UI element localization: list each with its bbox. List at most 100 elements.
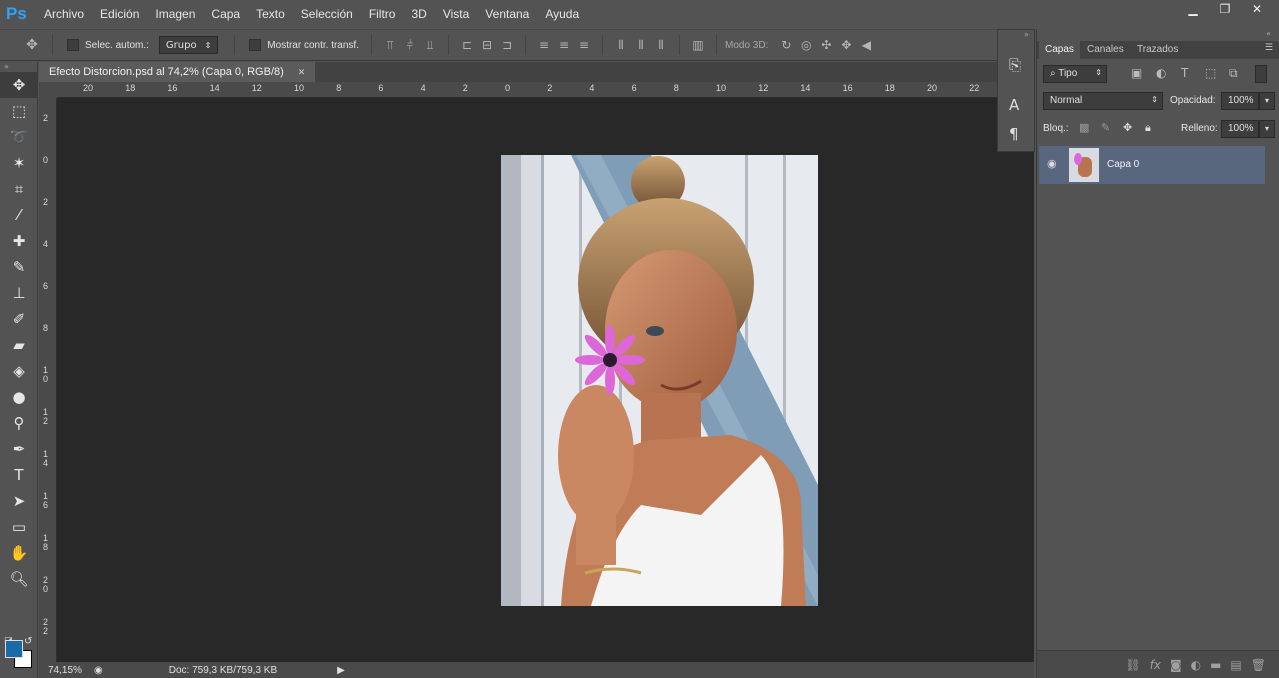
distribute-bottom-icon[interactable]: ≡ [574,37,594,53]
menu-capa[interactable]: Capa [203,7,248,21]
menu-edicion[interactable]: Edición [92,7,147,21]
eyedropper-tool-icon[interactable]: ⁄ [0,202,38,228]
history-panel-icon[interactable]: ⎘ [1009,56,1021,74]
history-brush-tool-icon[interactable]: ✐ [0,306,38,332]
layer-style-icon[interactable]: fx [1150,658,1161,672]
dodge-tool-icon[interactable]: ⚲ [0,410,38,436]
filter-toggle[interactable] [1255,65,1267,83]
hand-tool-icon[interactable]: ✋ [0,540,38,566]
document-image[interactable] [501,155,818,606]
crop-tool-icon[interactable]: ⌗ [0,176,38,202]
menu-imagen[interactable]: Imagen [147,7,203,21]
roll-3d-icon[interactable]: ◎ [796,37,816,53]
type-tool-icon[interactable]: T [0,462,38,488]
path-selection-tool-icon[interactable]: ➤ [0,488,38,514]
restore-button[interactable]: ❐ [1211,0,1239,18]
auto-select-checkbox[interactable] [67,39,79,51]
drag-3d-icon[interactable]: ✣ [816,37,836,53]
close-button[interactable]: ✕ [1243,0,1271,18]
pen-tool-icon[interactable]: ✒ [0,436,38,462]
blur-tool-icon[interactable]: ● [0,384,38,410]
align-left-icon[interactable]: ⊏ [457,37,477,53]
filter-adjustment-icon[interactable]: ◐ [1156,66,1166,80]
status-info-icon[interactable]: ◉ [94,665,103,676]
menu-3d[interactable]: 3D [403,7,434,21]
status-menu-arrow-icon[interactable]: ▶ [337,665,345,676]
layer-row[interactable]: ◉ Capa 0 [1039,146,1265,184]
menu-texto[interactable]: Texto [248,7,293,21]
auto-select-dropdown[interactable]: Grupo ⇕ [158,36,219,54]
lock-position-icon[interactable]: ✥ [1123,121,1132,134]
adjustment-layer-icon[interactable]: ◐ [1191,658,1201,672]
scale-3d-icon[interactable]: ◀ [856,37,876,53]
zoom-tool-icon[interactable]: 🔍︎ [0,566,38,592]
lasso-tool-icon[interactable]: ➰ [0,124,38,150]
link-layers-icon[interactable]: ⛓ [1125,658,1140,672]
move-tool-icon[interactable]: ✥ [0,72,38,98]
align-right-icon[interactable]: ⊐ [497,37,517,53]
clone-stamp-tool-icon[interactable]: ⊥ [0,280,38,306]
blend-mode-select[interactable]: Normal ⇕ [1043,92,1163,110]
align-hcenter-icon[interactable]: ⊟ [477,37,497,53]
fill-input[interactable]: 100% [1221,120,1259,138]
panel-menu-icon[interactable]: ☰ [1265,43,1273,53]
healing-brush-tool-icon[interactable]: ✚ [0,228,38,254]
character-panel-icon[interactable]: A [1009,96,1019,114]
filter-type-icon[interactable]: T [1181,66,1188,80]
slide-3d-icon[interactable]: ✥ [836,37,856,53]
opacity-input[interactable]: 100% [1221,92,1259,110]
filter-type-select[interactable]: ⌕ Tipo ⇕ [1043,65,1107,83]
lock-image-icon[interactable]: ✎ [1101,121,1110,134]
document-tab[interactable]: Efecto Distorcion.psd al 74,2% (Capa 0, … [39,62,316,82]
filter-shape-icon[interactable]: ⬚ [1205,66,1216,80]
magic-wand-tool-icon[interactable]: ✶ [0,150,38,176]
paragraph-panel-icon[interactable]: ¶ [1009,125,1019,143]
collapse-icon[interactable]: » [0,62,37,72]
show-transform-checkbox[interactable] [249,39,262,51]
vertical-ruler[interactable]: 2 0 2 4 6 8 1 0 1 2 1 4 1 6 1 8 2 0 2 2 [39,98,57,662]
filter-pixel-icon[interactable]: ▣ [1131,66,1142,80]
menu-ventana[interactable]: Ventana [477,7,537,21]
zoom-level[interactable]: 74,15% [48,665,88,676]
filter-smart-object-icon[interactable]: ⧉ [1229,66,1238,81]
menu-seleccion[interactable]: Selección [293,7,361,21]
brush-tool-icon[interactable]: ✎ [0,254,38,280]
paint-bucket-tool-icon[interactable]: ◈ [0,358,38,384]
menu-vista[interactable]: Vista [435,7,477,21]
expand-panels-icon[interactable]: » [1024,30,1029,39]
distribute-vcenter-icon[interactable]: ≡ [554,37,574,53]
ruler-origin[interactable] [39,82,57,98]
tab-canales[interactable]: Canales [1081,41,1130,59]
rectangle-tool-icon[interactable]: ▭ [0,514,38,540]
lock-all-icon[interactable]: 🔒︎ [1145,121,1151,135]
delete-layer-icon[interactable]: 🗑︎ [1251,658,1266,672]
menu-ayuda[interactable]: Ayuda [537,7,587,21]
new-group-icon[interactable]: ▬ [1210,658,1221,672]
distribute-hcenter-icon[interactable]: ⫴ [631,37,651,53]
align-top-icon[interactable]: ⫪ [380,37,400,53]
distribute-top-icon[interactable]: ≡ [534,37,554,53]
eraser-tool-icon[interactable]: ▰ [0,332,38,358]
tab-trazados[interactable]: Trazados [1131,41,1184,59]
menu-archivo[interactable]: Archivo [36,7,92,21]
marquee-tool-icon[interactable]: ⬚ [0,98,38,124]
new-layer-icon[interactable]: ▤ [1230,658,1241,672]
menu-filtro[interactable]: Filtro [361,7,404,21]
rotate-3d-icon[interactable]: ↻ [776,37,796,53]
move-tool-preset-icon[interactable]: ✥ [20,37,44,53]
align-vcenter-icon[interactable]: ⫩ [400,37,420,53]
add-mask-icon[interactable]: ◙ [1170,658,1182,672]
foreground-color-swatch[interactable] [5,640,23,658]
distribute-right-icon[interactable]: ⫴ [651,37,671,53]
auto-align-icon[interactable]: ▥ [688,37,708,53]
swap-colors-icon[interactable]: ↺ [24,636,32,647]
lock-transparent-icon[interactable]: ▩ [1079,121,1089,134]
distribute-left-icon[interactable]: ⫴ [611,37,631,53]
align-bottom-icon[interactable]: ⫫ [420,37,440,53]
layer-name[interactable]: Capa 0 [1107,159,1139,170]
tab-capas[interactable]: Capas [1039,41,1080,59]
visibility-eye-icon[interactable]: ◉ [1047,157,1057,170]
minimize-button[interactable]: ▁ [1179,0,1207,18]
close-tab-icon[interactable]: ✕ [298,67,306,78]
fill-slider-toggle[interactable]: ▾ [1259,120,1275,138]
